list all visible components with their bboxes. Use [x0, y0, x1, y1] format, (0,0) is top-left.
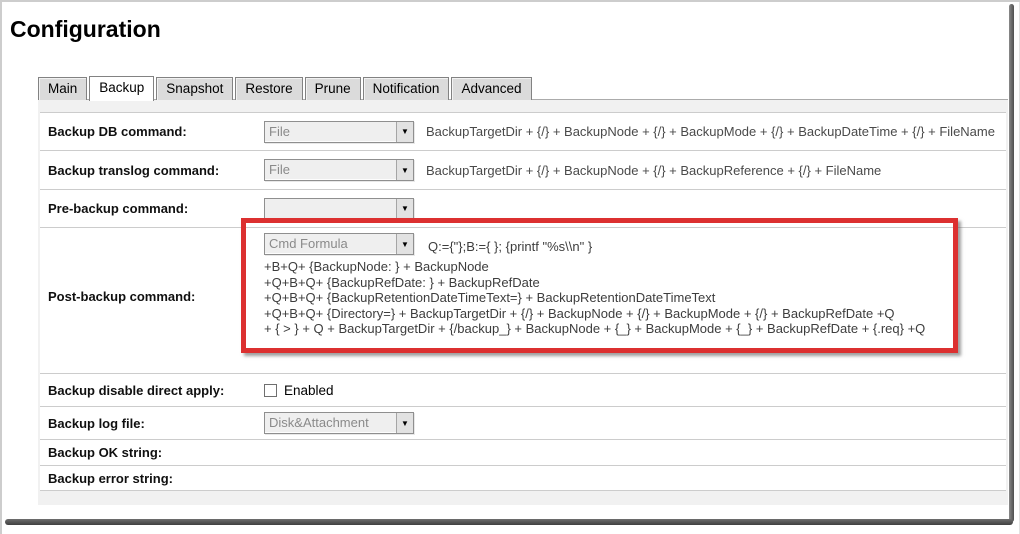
backup-disable-direct-apply-label: Backup disable direct apply:	[48, 382, 225, 398]
backup-error-string-label: Backup error string:	[48, 470, 173, 486]
screenshot-right-edge	[1009, 4, 1014, 522]
row-backup-db-command: Backup DB command: File ▼ BackupTargetDi…	[40, 113, 1006, 151]
dropdown-arrow-icon: ▼	[396, 234, 413, 254]
pre-backup-command-label: Pre-backup command:	[48, 201, 189, 216]
enabled-checkbox[interactable]	[264, 383, 277, 397]
tab-bar: Main Backup Snapshot Restore Prune Notif…	[38, 76, 534, 101]
dropdown-arrow-icon: ▼	[396, 413, 413, 433]
backup-ok-string-label: Backup OK string:	[48, 445, 163, 460]
post-backup-formula-line-6: + { > } + Q + BackupTargetDir + {/backup…	[264, 321, 926, 336]
tab-snapshot[interactable]: Snapshot	[156, 77, 234, 100]
tab-backup[interactable]: Backup	[89, 76, 155, 101]
post-backup-formula-line-3: +Q+B+Q+ {BackupRefDate: } + BackupRefDat…	[264, 274, 540, 290]
backup-translog-command-select[interactable]: File ▼	[264, 159, 414, 181]
post-backup-formula-lines: +B+Q+ {BackupNode: } + BackupNode +Q+B+Q…	[264, 259, 925, 337]
screenshot-bottom-edge	[5, 519, 1013, 525]
row-post-backup-command: Post-backup command: Cmd Formula ▼ Q:={"…	[40, 228, 1006, 374]
backup-db-command-formula: BackupTargetDir + {/} + BackupNode + {/}…	[426, 124, 995, 139]
configuration-page: Configuration Main Backup Snapshot Resto…	[0, 0, 1020, 534]
tab-main[interactable]: Main	[38, 77, 88, 100]
enabled-checkbox-label: Enabled	[284, 382, 334, 398]
backup-translog-command-select-value: File	[269, 162, 290, 177]
dropdown-arrow-icon: ▼	[396, 160, 413, 180]
backup-log-file-select-value: Disk&Attachment	[269, 415, 369, 430]
row-backup-disable-direct-apply: Backup disable direct apply: Enabled	[40, 374, 1006, 407]
page-title: Configuration	[10, 16, 161, 42]
post-backup-command-formula-block: Cmd Formula ▼ Q:={"};B:={ }; {printf "%s…	[264, 228, 925, 337]
backup-settings-form: Backup DB command: File ▼ BackupTargetDi…	[40, 112, 1006, 491]
backup-log-file-label: Backup log file:	[48, 415, 145, 431]
post-backup-formula-line-1: Q:={"};B:={ }; {printf "%s\\n" }	[428, 239, 593, 254]
post-backup-command-label: Post-backup command:	[48, 289, 196, 304]
tab-restore[interactable]: Restore	[235, 77, 303, 100]
tab-notification[interactable]: Notification	[362, 77, 450, 100]
pre-backup-command-select[interactable]: ▼	[264, 197, 414, 220]
backup-translog-command-label: Backup translog command:	[48, 162, 220, 178]
backup-db-command-select[interactable]: File ▼	[264, 120, 414, 143]
pre-backup-command-select-value	[265, 199, 396, 219]
row-pre-backup-command: Pre-backup command: ▼	[40, 190, 1006, 228]
backup-db-command-label: Backup DB command:	[48, 124, 187, 139]
post-backup-formula-line-5: +Q+B+Q+ {Directory=} + BackupTargetDir +…	[264, 305, 895, 321]
row-backup-ok-string: Backup OK string:	[40, 440, 1006, 466]
post-backup-formula-line-4: +Q+B+Q+ {BackupRetentionDateTimeText=} +…	[264, 290, 716, 305]
backup-db-command-select-value: File	[269, 123, 290, 139]
post-backup-formula-line-2: +B+Q+ {BackupNode: } + BackupNode	[264, 259, 489, 274]
tab-prune[interactable]: Prune	[304, 77, 361, 100]
post-backup-command-select-value: Cmd Formula	[269, 236, 348, 251]
row-backup-log-file: Backup log file: Disk&Attachment ▼	[40, 407, 1006, 440]
dropdown-arrow-icon: ▼	[396, 121, 413, 142]
backup-translog-command-formula: BackupTargetDir + {/} + BackupNode + {/}…	[426, 162, 882, 178]
tab-advanced[interactable]: Advanced	[451, 77, 532, 100]
post-backup-command-select[interactable]: Cmd Formula ▼	[264, 233, 414, 255]
row-backup-translog-command: Backup translog command: File ▼ BackupTa…	[40, 151, 1006, 190]
dropdown-arrow-icon: ▼	[396, 198, 413, 219]
backup-log-file-select[interactable]: Disk&Attachment ▼	[264, 412, 414, 434]
row-backup-error-string: Backup error string:	[40, 466, 1006, 491]
